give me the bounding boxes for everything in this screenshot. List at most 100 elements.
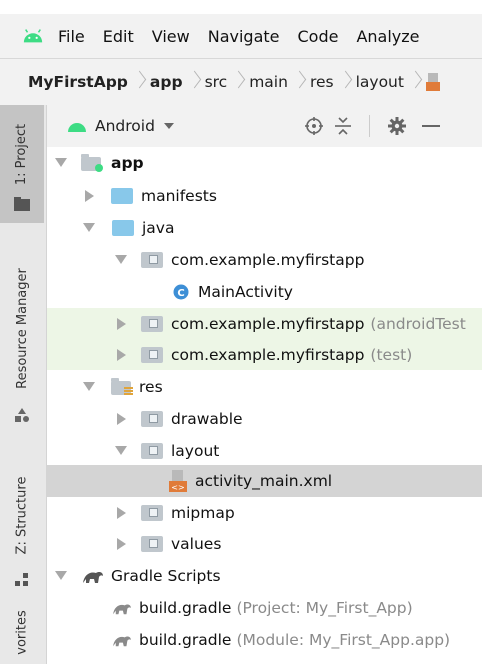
tree-node-package-main[interactable]: com.example.myfirstapp — [47, 244, 482, 275]
chevron-down-icon[interactable] — [55, 571, 67, 580]
resource-folder-icon — [111, 377, 133, 395]
tree-node-drawable[interactable]: drawable — [47, 403, 482, 434]
collapse-all-icon[interactable] — [334, 116, 352, 136]
view-selector-label: Android — [95, 117, 155, 135]
chevron-down-icon[interactable] — [83, 382, 95, 391]
tree-label-package-main: com.example.myfirstapp — [171, 250, 365, 269]
chevron-down-icon[interactable] — [115, 255, 127, 264]
gradle-file-icon — [113, 603, 131, 614]
breadcrumb-src[interactable]: src — [205, 73, 228, 91]
tab-structure-label: Z: Structure — [14, 476, 30, 554]
svg-text:C: C — [177, 288, 184, 299]
left-tool-window-strip: 1: Project Resource Manager Z: Structure… — [0, 105, 47, 664]
gear-icon[interactable] — [387, 116, 407, 136]
folder-icon — [141, 410, 163, 427]
tree-label-build-gradle-module: build.gradle — [139, 630, 232, 649]
tree-label-gradle-scripts: Gradle Scripts — [111, 566, 221, 585]
tree-node-activity-main[interactable]: <> activity_main.xml — [47, 465, 482, 497]
breadcrumb-separator — [134, 68, 144, 96]
gradle-file-icon — [113, 635, 131, 646]
structure-icon — [15, 573, 28, 586]
chevron-right-icon[interactable] — [85, 189, 94, 202]
tree-label-mipmap: mipmap — [171, 503, 235, 522]
breadcrumb-main[interactable]: main — [249, 73, 288, 91]
tree-node-layout[interactable]: layout — [47, 435, 482, 466]
tree-label-test-suffix: (test) — [370, 345, 413, 364]
tree-label-java: java — [142, 218, 175, 237]
tree-label-build-gradle-module-suffix: (Module: My_First_App.app) — [236, 630, 451, 649]
tab-resource-manager-label: Resource Manager — [14, 267, 30, 389]
tree-label-layout: layout — [171, 441, 220, 460]
chevron-down-icon — [163, 123, 174, 129]
hide-panel-icon[interactable] — [422, 124, 440, 128]
menu-code[interactable]: Code — [298, 27, 339, 46]
tab-project[interactable]: 1: Project — [0, 105, 44, 223]
folder-icon — [112, 219, 134, 236]
tree-label-package-android-test: com.example.myfirstapp — [171, 314, 365, 333]
tree-node-package-android-test[interactable]: com.example.myfirstapp (androidTest — [47, 308, 482, 339]
tree-label-manifests: manifests — [141, 186, 217, 205]
chevron-down-icon[interactable] — [115, 446, 127, 455]
class-icon: C — [173, 284, 189, 299]
tab-project-label: 1: Project — [14, 123, 30, 185]
module-folder-icon — [81, 153, 103, 172]
breadcrumb-project[interactable]: MyFirstApp — [28, 73, 128, 91]
chevron-right-icon[interactable] — [117, 348, 126, 361]
tree-node-build-gradle-module[interactable]: build.gradle (Module: My_First_App.app) — [47, 624, 482, 655]
menu-analyze[interactable]: Analyze — [356, 27, 419, 46]
tab-structure[interactable]: Z: Structure — [0, 455, 44, 595]
project-panel-header: Android — [47, 105, 482, 147]
svg-text:<>: <> — [171, 483, 184, 492]
tree-node-build-gradle-project[interactable]: build.gradle (Project: My_First_App) — [47, 592, 482, 623]
folder-icon — [141, 504, 163, 521]
locate-file-icon[interactable] — [304, 116, 324, 136]
tree-label-android-test-suffix: (androidTest — [370, 314, 466, 333]
tab-favorites-label: vorites — [14, 609, 30, 655]
breadcrumb-separator — [189, 68, 199, 96]
tab-favorites[interactable]: vorites — [0, 600, 44, 664]
chevron-right-icon[interactable] — [117, 317, 126, 330]
tree-node-manifests[interactable]: manifests — [47, 180, 482, 211]
tree-node-values[interactable]: values — [47, 528, 482, 559]
menu-edit[interactable]: Edit — [103, 27, 134, 46]
menu-file[interactable]: File — [58, 27, 85, 46]
breadcrumb-module[interactable]: app — [150, 73, 183, 91]
menu-view[interactable]: View — [152, 27, 190, 46]
tree-node-main-activity[interactable]: C MainActivity — [47, 276, 482, 307]
tree-node-package-test[interactable]: com.example.myfirstapp (test) — [47, 339, 482, 370]
tree-label-drawable: drawable — [171, 409, 243, 428]
tree-node-mipmap[interactable]: mipmap — [47, 497, 482, 528]
folder-icon — [111, 187, 133, 204]
package-icon — [141, 251, 163, 268]
tree-node-partial[interactable] — [47, 656, 482, 664]
breadcrumb-res[interactable]: res — [310, 73, 334, 91]
tree-label-build-gradle-project: build.gradle — [139, 598, 232, 617]
breadcrumb-layout[interactable]: layout — [356, 73, 404, 91]
tree-node-res[interactable]: res — [47, 371, 482, 402]
breadcrumb-separator — [233, 68, 243, 96]
tree-label-main-activity: MainActivity — [198, 282, 293, 301]
package-icon — [141, 315, 163, 332]
package-icon — [141, 346, 163, 363]
menu-navigate[interactable]: Navigate — [208, 27, 280, 46]
android-icon — [68, 123, 86, 132]
tree-node-java[interactable]: java — [47, 212, 482, 243]
android-studio-logo-icon — [23, 29, 43, 43]
toolbar-divider — [369, 115, 370, 137]
menu-bar: File Edit View Navigate Code Analyze — [0, 14, 482, 58]
breadcrumb-separator — [294, 68, 304, 96]
chevron-right-icon[interactable] — [117, 537, 126, 550]
tree-node-gradle-scripts[interactable]: Gradle Scripts — [47, 560, 482, 591]
chevron-right-icon[interactable] — [117, 412, 126, 425]
xml-file-icon[interactable] — [425, 73, 440, 91]
tree-node-app[interactable]: app — [47, 147, 482, 178]
tree-label-res: res — [139, 377, 163, 396]
tab-resource-manager[interactable]: Resource Manager — [0, 233, 44, 433]
tree-label-app: app — [111, 153, 144, 172]
folder-icon — [141, 535, 163, 552]
view-selector[interactable]: Android — [95, 117, 174, 135]
chevron-down-icon[interactable] — [55, 158, 67, 167]
gradle-icon — [83, 571, 103, 583]
chevron-down-icon[interactable] — [83, 223, 95, 232]
chevron-right-icon[interactable] — [117, 506, 126, 519]
